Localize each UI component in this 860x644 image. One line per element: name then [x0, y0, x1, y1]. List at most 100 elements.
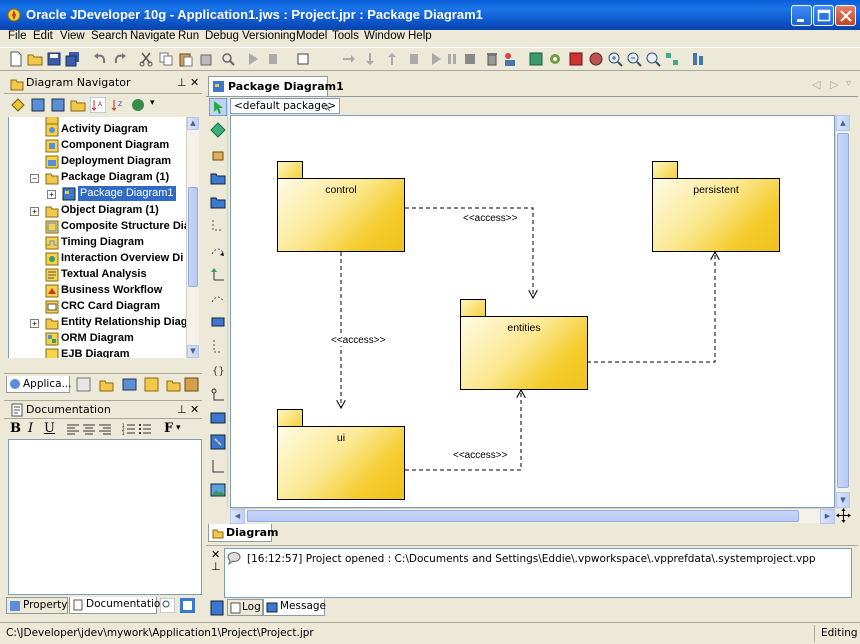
close-panel-icon[interactable]: ✕: [190, 76, 199, 89]
menu-search[interactable]: Search: [91, 30, 127, 42]
diagram-view-tab[interactable]: Diagram: [208, 524, 279, 542]
bold-button[interactable]: B: [10, 421, 21, 436]
resume-icon[interactable]: [428, 51, 444, 67]
canvas-horizontal-thumb[interactable]: [247, 510, 799, 522]
scroll-up-arrow[interactable]: ▲: [187, 117, 199, 130]
close-panel-icon[interactable]: ✕: [190, 403, 199, 416]
align-right-icon[interactable]: [98, 423, 112, 437]
menu-help[interactable]: Help: [408, 30, 432, 42]
numbered-list-icon[interactable]: 123: [122, 423, 136, 437]
save-all-icon[interactable]: [65, 51, 81, 67]
model-tool-icon[interactable]: [210, 410, 226, 426]
message-tab[interactable]: Message: [263, 599, 326, 616]
menu-edit[interactable]: Edit: [33, 30, 53, 42]
message-log-area[interactable]: [16:12:57] Project opened : C:\Documents…: [224, 548, 852, 598]
image-tool-icon[interactable]: [210, 482, 226, 498]
folder-view-icon[interactable]: [70, 97, 86, 113]
debug-icon[interactable]: [265, 51, 281, 67]
export-icon[interactable]: [568, 51, 584, 67]
documentation-tab[interactable]: Documentation: [69, 597, 167, 614]
import-icon[interactable]: [528, 51, 544, 67]
documentation-text-area[interactable]: [8, 439, 202, 595]
expand-all-icon[interactable]: [50, 97, 66, 113]
toggle-view-icon[interactable]: [295, 51, 311, 67]
menu-model[interactable]: Model: [296, 30, 327, 42]
step-over-icon[interactable]: [340, 51, 356, 67]
scroll-up-arrow[interactable]: ▲: [836, 115, 850, 131]
maximize-button[interactable]: [813, 5, 834, 26]
zoom-out-icon[interactable]: [626, 51, 642, 67]
font-button[interactable]: F: [164, 421, 173, 436]
tab-model-icon[interactable]: [166, 377, 181, 392]
pan-navigator-icon[interactable]: [836, 508, 851, 523]
pin-icon[interactable]: ⊥: [177, 76, 187, 89]
package-tool-icon[interactable]: [210, 170, 226, 186]
tab-structure-icon[interactable]: [122, 377, 137, 392]
containment-tool-icon[interactable]: [210, 386, 226, 402]
tab-files-icon[interactable]: [99, 377, 114, 392]
step-out-icon[interactable]: [384, 51, 400, 67]
save-icon[interactable]: [46, 51, 62, 67]
tab-task-icon[interactable]: [180, 598, 195, 613]
scroll-down-arrow[interactable]: ▼: [836, 492, 850, 508]
new-file-icon[interactable]: [8, 51, 24, 67]
pin-icon[interactable]: ⊥: [177, 403, 187, 416]
usage-tool-icon[interactable]: [210, 290, 226, 306]
align-center-icon[interactable]: [82, 423, 96, 437]
sync-icon[interactable]: [547, 51, 563, 67]
align-left-icon[interactable]: [66, 423, 80, 437]
align-icon[interactable]: [690, 51, 706, 67]
run-icon[interactable]: [245, 51, 261, 67]
package-ui[interactable]: ui: [277, 409, 405, 500]
menu-file[interactable]: File: [8, 30, 27, 42]
layout-icon[interactable]: [664, 51, 680, 67]
property-tab[interactable]: Property: [6, 597, 68, 614]
expand-toggle[interactable]: +: [47, 190, 56, 199]
select-tool-icon[interactable]: [209, 98, 227, 116]
package-control[interactable]: control: [277, 161, 405, 252]
step-end-icon[interactable]: [406, 51, 422, 67]
cut-icon[interactable]: [138, 51, 154, 67]
sort-ascending-icon[interactable]: A: [90, 97, 106, 113]
tab-overflow-icon[interactable]: [184, 377, 199, 392]
menu-navigate[interactable]: Navigate: [130, 30, 175, 42]
scroll-left-arrow[interactable]: ◀: [230, 509, 245, 524]
tree-scroll-thumb[interactable]: [188, 187, 198, 287]
delete-icon[interactable]: [198, 51, 214, 67]
hand-tool-icon[interactable]: [210, 146, 226, 162]
stop-icon[interactable]: [462, 51, 478, 67]
expand-toggle[interactable]: +: [30, 207, 39, 216]
panel-icon[interactable]: [210, 600, 224, 616]
constraint-tool-icon[interactable]: {}: [210, 362, 226, 378]
package-diagram1-editor-tab[interactable]: Package Diagram1: [208, 76, 344, 96]
zoom-fit-icon[interactable]: [645, 51, 661, 67]
collapse-toggle[interactable]: −: [30, 174, 39, 183]
menu-window[interactable]: Window: [364, 30, 405, 42]
menu-tools[interactable]: Tools: [332, 30, 359, 42]
close-window-button[interactable]: [835, 5, 856, 26]
font-dropdown-icon[interactable]: ▾: [176, 423, 181, 433]
redo-icon[interactable]: [112, 51, 128, 67]
canvas-vertical-scrollbar[interactable]: ▲ ▼: [835, 115, 850, 508]
filter-dropdown-icon[interactable]: ▾: [150, 98, 155, 108]
diagram-overview-tool-icon[interactable]: [210, 434, 226, 450]
package-persistent[interactable]: persistent: [652, 161, 780, 252]
undo-icon[interactable]: [92, 51, 108, 67]
canvas-horizontal-scrollbar[interactable]: ◀ ▶: [230, 508, 835, 524]
expand-toggle[interactable]: +: [30, 319, 39, 328]
menu-run[interactable]: Run: [178, 30, 199, 42]
rectangle-tool-icon[interactable]: [210, 122, 226, 138]
tab-scroll-right-icon[interactable]: ▷: [830, 78, 838, 91]
team-icon[interactable]: [502, 51, 518, 67]
note-tool-icon[interactable]: [210, 314, 226, 330]
log-tab[interactable]: Log: [227, 599, 263, 616]
open-folder-icon[interactable]: [27, 51, 43, 67]
tab-diagram-icon[interactable]: [144, 377, 159, 392]
step-into-icon[interactable]: [362, 51, 378, 67]
search-icon[interactable]: [323, 104, 331, 112]
tab-scroll-left-icon[interactable]: ◁: [812, 78, 820, 91]
copy-icon[interactable]: [158, 51, 174, 67]
pause-icon[interactable]: [444, 51, 460, 67]
menu-versioning[interactable]: Versioning: [242, 30, 296, 42]
underline-button[interactable]: U: [44, 421, 55, 436]
